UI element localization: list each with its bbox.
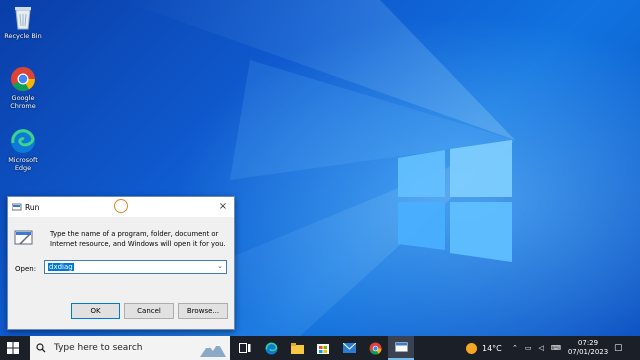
run-dialog: Run × Type the name of a program, folder… [7, 196, 235, 330]
desktop-icon-label: Microsoft Edge [8, 156, 38, 172]
speaker-icon[interactable]: ◁ [539, 344, 544, 352]
windows-start-icon [7, 342, 19, 354]
desktop-icon-label: Google Chrome [10, 94, 36, 110]
network-icon[interactable]: ▭ [525, 344, 532, 352]
taskbar-mail-button[interactable] [336, 336, 362, 360]
run-program-icon [14, 230, 33, 245]
edge-icon [11, 129, 35, 153]
task-view-button[interactable] [232, 336, 258, 360]
taskbar-file-explorer-button[interactable] [284, 336, 310, 360]
search-box[interactable]: Type here to search [30, 336, 230, 360]
notification-icon: ▢ [614, 343, 623, 353]
chrome-icon [369, 342, 381, 355]
clock[interactable]: 07:29 07/01/2023 [568, 336, 608, 360]
run-icon [394, 342, 408, 352]
desktop-icon-recycle-bin[interactable]: Recycle Bin [2, 4, 44, 40]
notifications-button[interactable]: ▢ [614, 336, 623, 360]
desktop-icon-chrome[interactable]: Google Chrome [2, 66, 44, 110]
open-combobox[interactable]: dxdiag ⌄ [44, 260, 227, 274]
windows-logo [398, 140, 512, 262]
browse-button[interactable]: Browse... [178, 303, 228, 319]
search-placeholder: Type here to search [54, 343, 143, 353]
taskbar-run-button[interactable] [388, 336, 414, 360]
language-icon[interactable]: ⌨ [551, 344, 561, 352]
desktop-icon-edge[interactable]: Microsoft Edge [2, 128, 44, 172]
recycle-bin-icon [15, 7, 31, 30]
store-icon [317, 344, 329, 354]
taskbar-store-button[interactable] [310, 336, 336, 360]
dialog-title: Run [25, 202, 40, 212]
cancel-button[interactable]: Cancel [124, 303, 174, 319]
sun-icon [466, 342, 477, 354]
search-icon [36, 343, 46, 353]
start-button[interactable] [0, 336, 26, 360]
search-highlight-icon [200, 343, 226, 357]
system-tray: ⌃ ▭ ◁ ⌨ [512, 336, 561, 360]
taskbar-edge-button[interactable] [258, 336, 284, 360]
open-label: Open: [15, 265, 37, 273]
close-button[interactable]: × [217, 201, 229, 213]
task-view-icon [239, 343, 251, 353]
taskbar: Type here to search 14°C ⌃ ▭ ◁ ⌨ 07:29 0… [0, 336, 640, 360]
open-input-value[interactable]: dxdiag [48, 263, 74, 271]
mail-icon [342, 343, 356, 353]
chevron-down-icon[interactable]: ⌄ [217, 262, 223, 270]
chevron-up-icon[interactable]: ⌃ [512, 344, 518, 352]
clock-date: 07/01/2023 [567, 348, 609, 356]
taskbar-chrome-button[interactable] [362, 336, 388, 360]
chrome-icon [11, 67, 35, 92]
dialog-description: Type the name of a program, folder, docu… [50, 230, 226, 248]
weather-temp: 14°C [482, 343, 502, 353]
run-icon [12, 203, 22, 211]
clock-time: 07:29 [577, 339, 599, 347]
weather-widget[interactable]: 14°C [466, 336, 502, 360]
ok-button[interactable]: OK [71, 303, 120, 319]
edge-icon [265, 342, 277, 354]
file-explorer-icon [290, 342, 304, 354]
desktop-icon-label: Recycle Bin [4, 32, 42, 40]
click-indicator [114, 199, 128, 213]
